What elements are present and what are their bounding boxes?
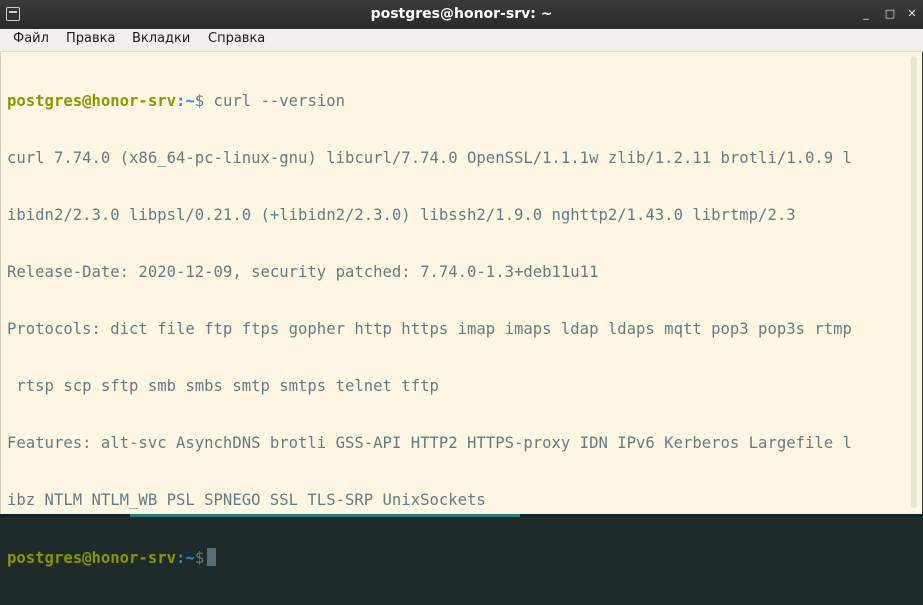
output-line: curl 7.74.0 (x86_64-pc-linux-gnu) libcur… bbox=[7, 149, 852, 167]
menu-edit[interactable]: Правка bbox=[66, 31, 115, 46]
output-line: Features: alt-svc AsynchDNS brotli GSS-A… bbox=[7, 434, 852, 452]
output-line: ibidn2/2.3.0 libpsl/0.21.0 (+libidn2/2.3… bbox=[7, 206, 796, 224]
command-line: postgres@honor-srv:~$ curl --version bbox=[7, 92, 887, 111]
menu-bar: Файл Правка Вкладки Справка bbox=[0, 29, 923, 52]
vertical-scrollbar[interactable] bbox=[905, 52, 922, 514]
maximize-icon[interactable]: □ bbox=[884, 8, 896, 20]
prompt-user: postgres@honor-srv bbox=[7, 549, 176, 567]
output-line: Release-Date: 2020-12-09, security patch… bbox=[7, 263, 599, 281]
title-bar[interactable]: postgres@honor-srv: ~ _ □ ✕ bbox=[0, 0, 923, 30]
prompt-path: :~ bbox=[176, 92, 195, 110]
prompt-user: postgres@honor-srv bbox=[7, 92, 176, 110]
prompt-symbol: $ bbox=[194, 549, 205, 567]
output-line: rtsp scp sftp smb smbs smtp smtps telnet… bbox=[7, 377, 439, 395]
current-prompt-line[interactable]: postgres@honor-srv:~$ bbox=[7, 548, 887, 567]
close-icon[interactable]: ✕ bbox=[906, 8, 918, 20]
terminal-area[interactable]: postgres@honor-srv:~$ curl --version cur… bbox=[0, 52, 922, 567]
terminal-window: postgres@honor-srv: ~ _ □ ✕ Файл Правка … bbox=[0, 0, 923, 567]
output-line: Protocols: dict file ftp ftps gopher htt… bbox=[7, 320, 852, 338]
minimize-icon[interactable]: _ bbox=[860, 8, 872, 20]
terminal-output: postgres@honor-srv:~$ curl --version cur… bbox=[7, 54, 887, 605]
window-title: postgres@honor-srv: ~ bbox=[370, 6, 553, 22]
menu-file[interactable]: Файл bbox=[13, 31, 49, 46]
command-text: curl --version bbox=[204, 92, 345, 110]
prompt-symbol: $ bbox=[194, 92, 205, 110]
prompt-path: :~ bbox=[176, 549, 195, 567]
text-cursor bbox=[207, 548, 217, 566]
menu-tabs[interactable]: Вкладки bbox=[132, 31, 190, 46]
scrollbar-thumb[interactable] bbox=[911, 56, 917, 508]
menu-help[interactable]: Справка bbox=[208, 31, 265, 46]
output-line: ibz NTLM NTLM_WB PSL SPNEGO SSL TLS-SRP … bbox=[7, 491, 486, 509]
